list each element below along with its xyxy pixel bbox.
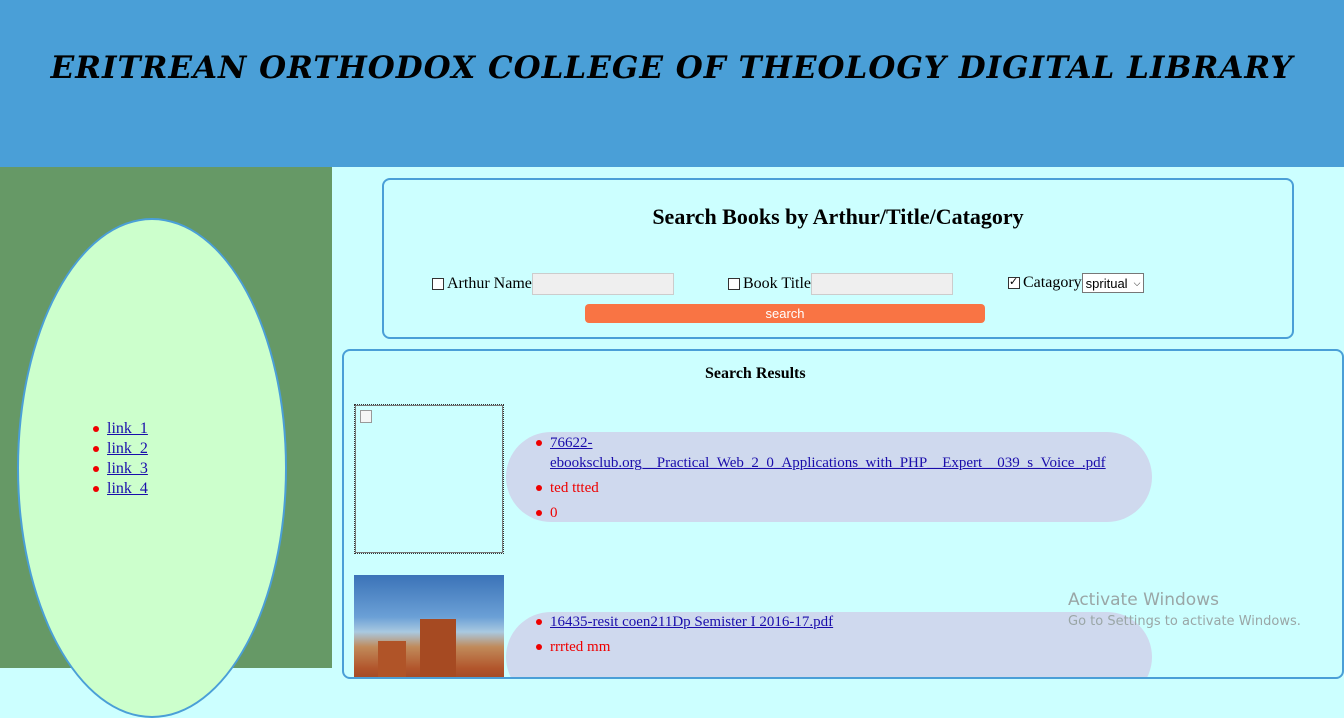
category-field-group: Catagory spritual ⌵	[1008, 273, 1145, 293]
author-checkbox[interactable]	[432, 278, 444, 290]
watermark-line-1: Activate Windows	[1068, 590, 1219, 610]
search-results-panel: Search Results 76622- ebooksclub.org__Pra…	[342, 349, 1344, 679]
result-file-item: 76622- ebooksclub.org__Practical_Web_2_0_…	[506, 433, 1152, 473]
page-header: ERITREAN ORTHODOX COLLEGE OF THEOLOGY DI…	[0, 0, 1344, 167]
book-title-field-group: Book Title	[728, 273, 954, 295]
sidebar-link-3[interactable]: link_3	[107, 460, 148, 477]
search-results-title: Search Results	[705, 365, 806, 382]
book-cover-image[interactable]	[354, 575, 504, 677]
result-author: rrrted mm	[506, 637, 1152, 657]
category-selected-value: spritual	[1085, 275, 1128, 291]
chevron-down-icon: ⌵	[1133, 277, 1141, 288]
result-author: ted ttted	[506, 478, 1152, 498]
site-title: ERITREAN ORTHODOX COLLEGE OF THEOLOGY DI…	[50, 50, 1294, 86]
sidebar-link-item: link_2	[90, 439, 148, 459]
category-label: Catagory	[1023, 274, 1082, 291]
result-file-link-2[interactable]: 16435-resit coen211Dp Semister I 2016-17…	[550, 614, 833, 630]
book-cover-broken-image[interactable]	[354, 404, 504, 554]
book-title-checkbox[interactable]	[728, 278, 740, 290]
cover-rock	[420, 619, 456, 677]
category-checkbox[interactable]	[1008, 275, 1020, 289]
search-panel-title: Search Books by Arthur/Title/Catagory	[652, 204, 1024, 229]
result-count: 0	[506, 503, 1152, 523]
book-title-label: Book Title	[743, 275, 812, 292]
sidebar-link-item: link_4	[90, 479, 148, 499]
result-file-link-1[interactable]: 76622- ebooksclub.org__Practical_Web_2_0_…	[550, 435, 1106, 471]
search-panel: Search Books by Arthur/Title/Catagory Ar…	[382, 178, 1294, 339]
sidebar: link_1 link_2 link_3 link_4	[0, 167, 332, 718]
author-name-input[interactable]	[531, 273, 674, 295]
author-label: Arthur Name	[447, 275, 532, 292]
sidebar-links: link_1 link_2 link_3 link_4	[90, 419, 148, 499]
result-file-item: 16435-resit coen211Dp Semister I 2016-17…	[506, 612, 1152, 632]
broken-image-icon	[360, 410, 372, 423]
category-select[interactable]: spritual ⌵	[1081, 273, 1145, 293]
cover-rock	[378, 641, 406, 677]
sidebar-link-item: link_3	[90, 459, 148, 479]
windows-activation-watermark: Activate Windows Go to Settings to activ…	[1068, 590, 1301, 629]
result-info-1: 76622- ebooksclub.org__Practical_Web_2_0_…	[506, 432, 1152, 522]
result-info-2: 16435-resit coen211Dp Semister I 2016-17…	[506, 612, 1152, 677]
watermark-line-2: Go to Settings to activate Windows.	[1068, 614, 1301, 629]
sidebar-link-4[interactable]: link_4	[107, 480, 148, 497]
book-title-input[interactable]	[811, 273, 954, 295]
author-field-group: Arthur Name	[432, 273, 674, 295]
search-button[interactable]: search	[585, 304, 985, 323]
sidebar-oval	[17, 218, 287, 718]
sidebar-link-1[interactable]: link_1	[107, 420, 148, 437]
sidebar-link-item: link_1	[90, 419, 148, 439]
sidebar-link-2[interactable]: link_2	[107, 440, 148, 457]
